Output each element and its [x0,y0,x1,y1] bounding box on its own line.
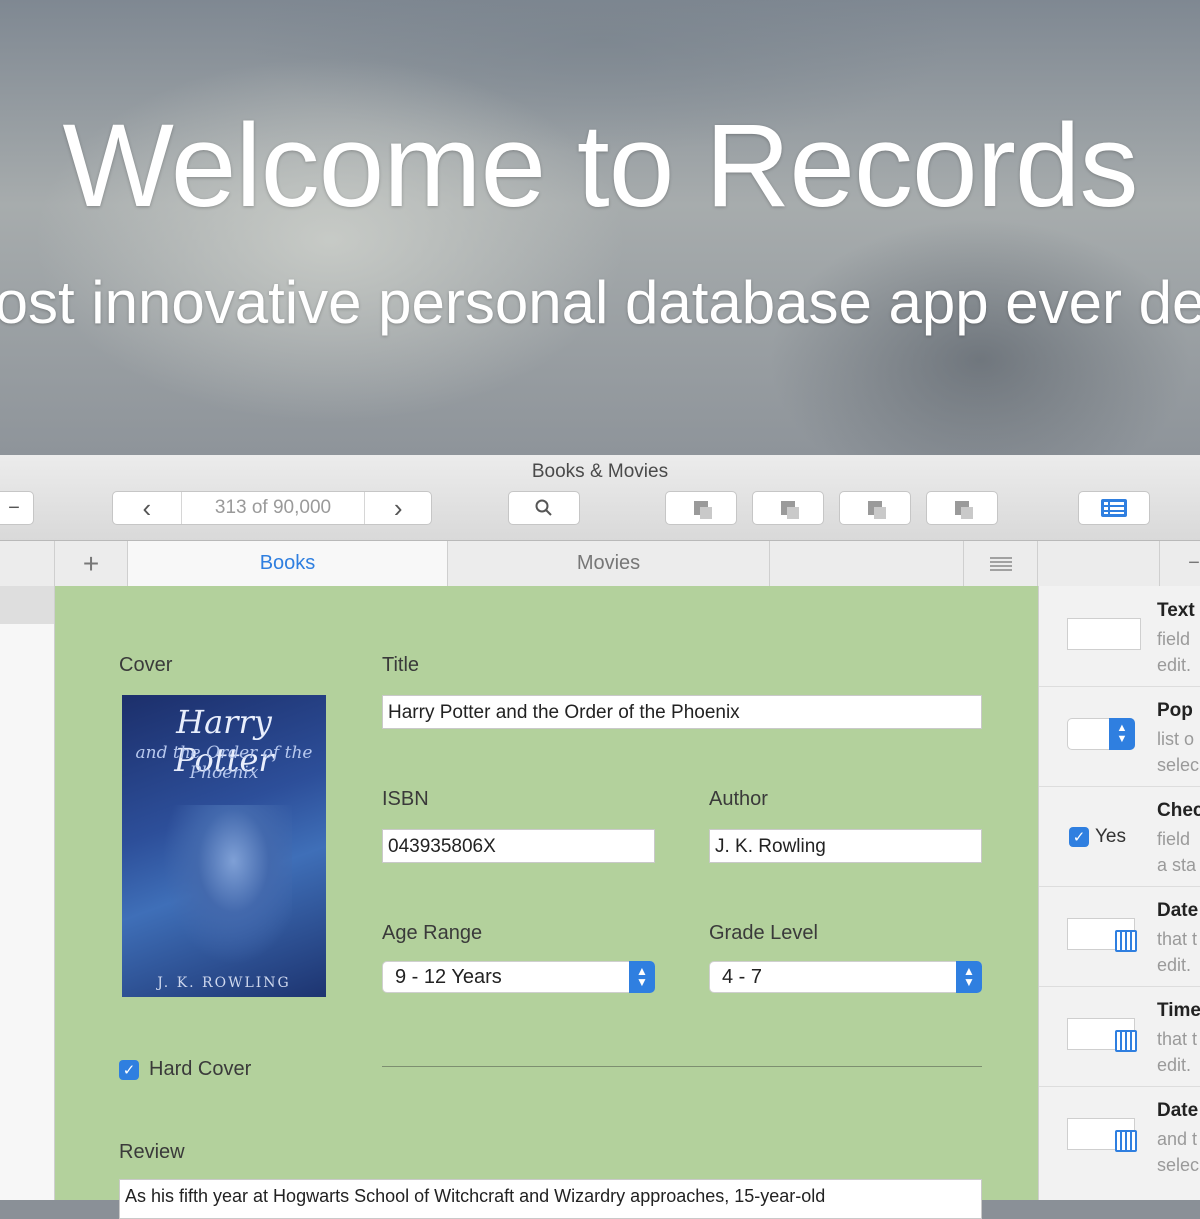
hero-title: Welcome to Records [62,100,1139,232]
window-title: Books & Movies [531,461,669,482]
next-record-button[interactable]: › [365,492,431,524]
updown-arrows-icon: ▲ ▼ [629,961,655,993]
record-counter: 313 of 90,000 [182,492,366,524]
search-icon [535,499,552,516]
minus-icon: − [1188,552,1200,574]
field-type-datetime[interactable]: Date and t selec [1039,1086,1200,1186]
app-window: Books & Movies − ‹ 313 of 90,000 › + Boo… [0,455,1200,1219]
cover-author-text: J. K. ROWLING [157,975,291,991]
tab-menu-button[interactable] [964,541,1038,586]
list-view-button[interactable] [1078,491,1150,525]
tab-movies[interactable]: Movies [448,541,770,586]
layout-button-4[interactable] [926,491,998,525]
hamburger-icon [989,556,1012,571]
title-label: Title [382,654,420,676]
grade-level-label: Grade Level [709,922,818,944]
cover-illustration [162,805,292,965]
field-type-title: Date [1157,1100,1199,1121]
hero-banner: Welcome to Records ost innovative person… [0,0,1200,455]
hard-cover-label: Hard Cover [149,1058,252,1080]
field-type-title: Date [1157,900,1199,921]
field-type-title: Text [1157,600,1195,621]
author-field[interactable]: J. K. Rowling [709,829,982,863]
checkbox-sample-label: Yes [1095,826,1126,847]
field-type-desc: field edit. [1157,629,1192,675]
field-type-desc: field a sta [1157,829,1197,875]
layers-icon [781,501,799,519]
layout-button-2[interactable] [752,491,824,525]
author-label: Author [709,788,768,810]
age-range-label: Age Range [382,922,483,944]
divider [382,1066,982,1067]
field-type-title: Pop [1157,700,1193,721]
calendar-icon [1115,930,1137,952]
review-label: Review [119,1141,185,1163]
record-list-sidebar [0,586,55,1200]
field-type-desc: and t selec [1157,1129,1200,1175]
calendar-icon [1115,1030,1137,1052]
field-types-panel: Text field edit. ▲ ▼ Pop list o selec ✓ Y… [1038,586,1200,1200]
plus-icon: + [82,547,100,579]
checkmark-icon: ✓ [1069,827,1089,847]
review-field[interactable]: As his fifth year at Hogwarts School of … [119,1179,982,1219]
minus-icon: − [8,496,20,519]
title-field[interactable]: Harry Potter and the Order of the Phoeni… [382,695,982,729]
record-navigator: ‹ 313 of 90,000 › [112,491,432,525]
chevron-left-icon: ‹ [142,492,152,523]
layout-button-3[interactable] [839,491,911,525]
age-range-popup[interactable]: 9 - 12 Years ▲ ▼ [382,961,655,993]
minus-button[interactable]: − [0,491,34,525]
search-button[interactable] [508,491,580,525]
tab-bar: + Books Movies − [0,541,1200,587]
updown-arrows-icon: ▲ ▼ [1109,718,1135,750]
add-tab-button[interactable]: + [55,541,128,586]
tab-spacer-left [0,541,55,586]
grade-level-popup[interactable]: 4 - 7 ▲ ▼ [709,961,982,993]
record-list-selected-row[interactable] [0,586,54,624]
record-form: Cover Harry Potter and the Order of the … [55,586,1038,1219]
field-type-desc: list o selec [1157,729,1200,775]
prev-record-button[interactable]: ‹ [113,492,182,524]
layers-icon [868,501,886,519]
titlebar-toolbar: Books & Movies − ‹ 313 of 90,000 › [0,455,1200,541]
chevron-right-icon: › [393,492,403,523]
field-type-desc: that t edit. [1157,1029,1198,1075]
hero-subtitle: ost innovative personal database app eve… [0,269,1200,336]
checkmark-icon: ✓ [119,1059,139,1080]
grid-list-icon [1101,499,1127,517]
grade-level-value: 4 - 7 [722,966,763,988]
cover-image[interactable]: Harry Potter and the Order of the Phoeni… [122,695,326,997]
cover-subtitle-text: and the Order of the Phoenix [135,743,313,783]
isbn-label: ISBN [382,788,429,810]
layers-icon [955,501,973,519]
text-field-sample [1067,618,1141,650]
field-type-time[interactable]: Time that t edit. [1039,986,1200,1087]
field-type-popup[interactable]: ▲ ▼ Pop list o selec [1039,686,1200,787]
tab-empty [770,541,964,586]
field-type-text[interactable]: Text field edit. [1039,586,1200,687]
field-type-desc: that t edit. [1157,929,1198,975]
hard-cover-checkbox[interactable]: ✓ Hard Cover [119,1058,251,1081]
age-range-value: 9 - 12 Years [395,966,502,988]
panel-tab-2[interactable]: − [1160,541,1200,586]
updown-arrows-icon: ▲ ▼ [956,961,982,993]
calendar-icon [1115,1130,1137,1152]
field-type-title: Time [1157,1000,1200,1021]
field-type-date[interactable]: Date that t edit. [1039,886,1200,987]
field-type-checkbox[interactable]: ✓ Yes Chec field a sta [1039,786,1200,887]
checkbox-sample: ✓ Yes [1069,826,1126,848]
layers-icon [694,501,712,519]
layout-button-1[interactable] [665,491,737,525]
isbn-field[interactable]: 043935806X [382,829,655,863]
field-type-title: Chec [1157,800,1200,821]
popup-sample: ▲ ▼ [1067,718,1135,750]
panel-tab-1[interactable] [1038,541,1160,586]
cover-label: Cover [119,654,173,676]
tab-books[interactable]: Books [128,541,448,586]
